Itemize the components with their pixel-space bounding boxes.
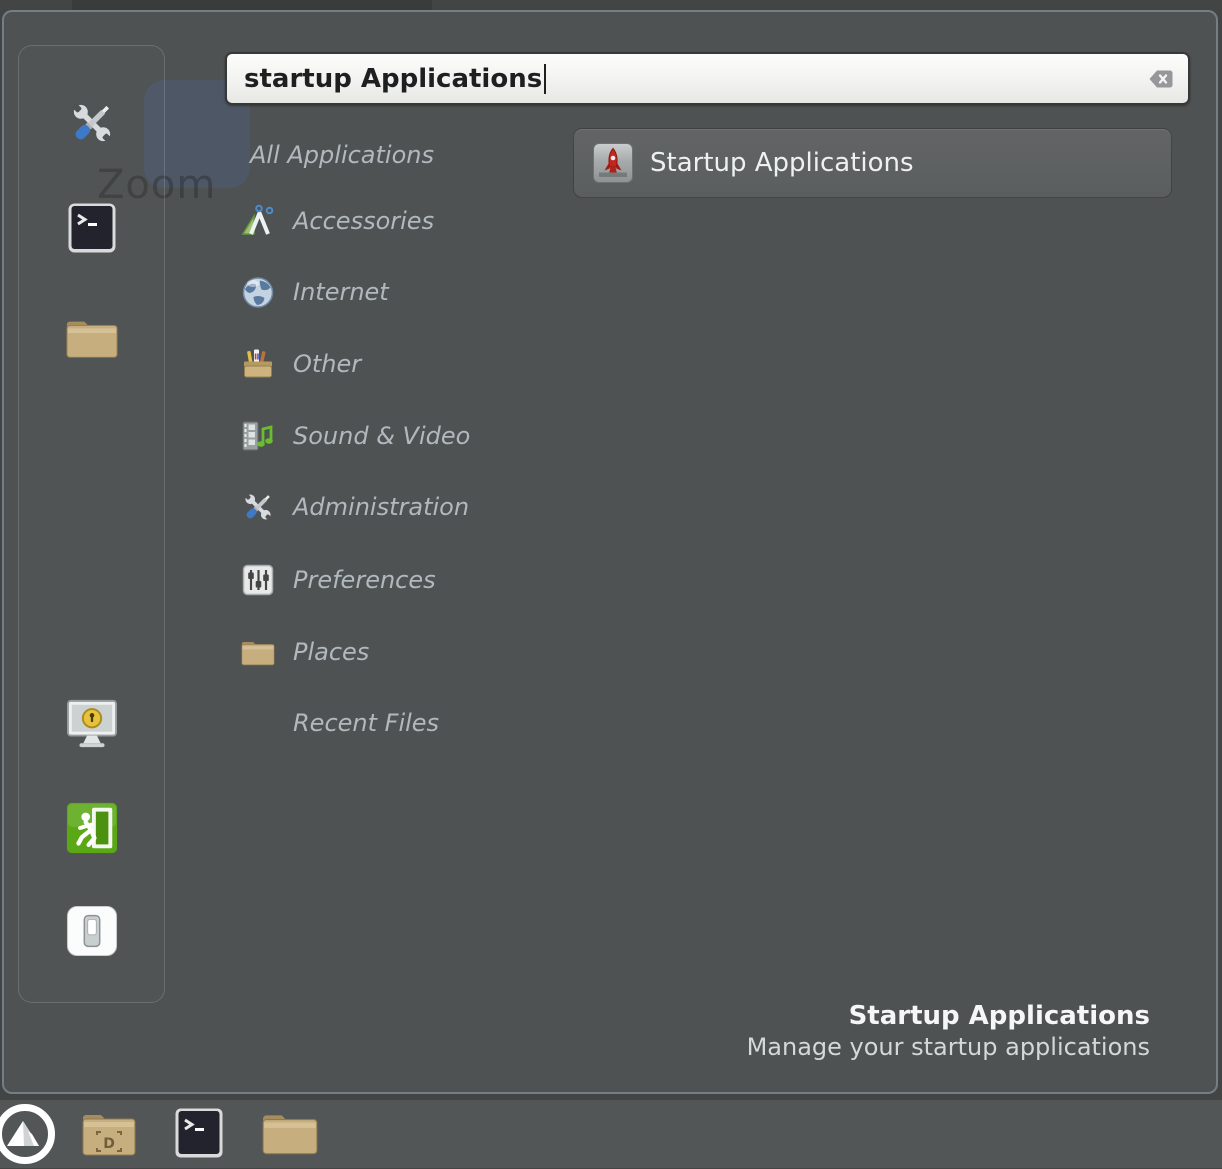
accessories-icon [240,203,276,239]
crossed-tools-icon [66,97,118,153]
selected-app-description: Manage your startup applications [747,1032,1150,1062]
menu-panel: Zoom [2,10,1218,1094]
taskbar-item-files[interactable] [260,1108,320,1162]
category-accessories[interactable]: Accessories [240,201,434,241]
terminal-icon [67,202,117,258]
sidebar-item-logout[interactable] [19,801,164,859]
sidebar-item-terminal[interactable] [19,202,164,258]
favorites-sidebar [18,45,165,1003]
sidebar-item-lock-screen[interactable] [19,698,164,754]
toolbox-icon [240,346,276,382]
category-all-applications[interactable]: All Applications [250,135,434,175]
crossed-tools-icon [240,489,276,525]
folder-icon [240,634,276,670]
folder-icon [260,1143,320,1162]
sidebar-item-system-tools[interactable] [19,97,164,153]
text-caret [544,64,546,94]
clear-search-icon[interactable] [1148,69,1174,89]
svg-text:D: D [103,1136,115,1152]
taskbar-item-templates-folder[interactable]: D [80,1106,138,1164]
search-input[interactable]: startup Applications [225,52,1190,105]
logout-icon [65,801,119,859]
sidebar-item-shutdown[interactable] [19,905,164,961]
internet-globe-icon [240,274,276,310]
sidebar-item-files[interactable] [19,314,164,366]
taskbar-item-terminal[interactable] [174,1106,224,1164]
rocket-icon [593,143,633,183]
category-places[interactable]: Places [240,632,369,672]
category-internet[interactable]: Internet [240,272,389,312]
film-note-icon [240,418,276,454]
category-recent-files[interactable]: Recent Files [293,703,439,743]
mint-menu-button[interactable] [0,1103,56,1169]
search-value: startup Applications [244,64,542,94]
folder-icon [64,314,120,366]
result-startup-applications[interactable]: Startup Applications [573,128,1172,198]
taskbar: D [0,1100,1222,1168]
terminal-icon [174,1145,224,1164]
shutdown-icon [66,905,118,961]
category-preferences[interactable]: Preferences [240,560,436,600]
category-other[interactable]: Other [240,344,361,384]
category-administration[interactable]: Administration [240,487,469,527]
selected-app-title: Startup Applications [747,1000,1150,1032]
desktop: Zoom [0,0,1222,1168]
category-sound-video[interactable]: Sound & Video [240,416,470,456]
lock-screen-icon [65,698,119,754]
templates-folder-icon: D [80,1145,138,1164]
sliders-icon [240,562,276,598]
mint-logo-icon [0,1150,56,1169]
selected-app-info: Startup Applications Manage your startup… [747,1000,1150,1062]
